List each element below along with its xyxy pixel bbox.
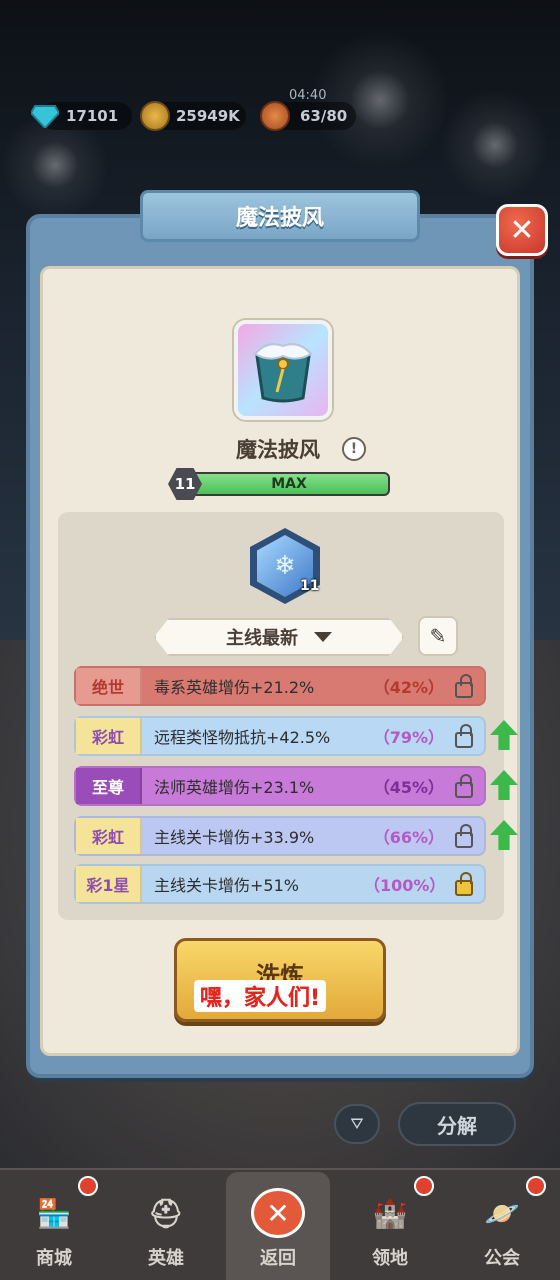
rune-level: 11 bbox=[300, 578, 320, 594]
lock-icon[interactable] bbox=[444, 872, 484, 896]
cape-icon bbox=[253, 343, 313, 403]
attribute-text: 主线关卡增伤+51% bbox=[154, 876, 299, 895]
nav-label: 英雄 bbox=[148, 1248, 184, 1269]
attribute-percent: （79%） bbox=[373, 728, 444, 747]
castle-icon: 🏰 bbox=[372, 1196, 408, 1230]
notification-badge bbox=[414, 1176, 434, 1196]
level-progress-fill: MAX bbox=[190, 474, 388, 494]
gem-amount: 17101 bbox=[66, 107, 119, 125]
attribute-row[interactable]: 彩虹 远程类怪物抵抗+42.5% （79%） bbox=[74, 716, 486, 756]
info-icon[interactable]: ! bbox=[342, 437, 366, 461]
close-icon: ✕ bbox=[509, 212, 535, 248]
attribute-percent: （42%） bbox=[373, 678, 444, 697]
gold-amount: 25949K bbox=[176, 107, 240, 125]
item-name: 魔法披风 bbox=[236, 438, 320, 462]
attribute-text: 毒系英雄增伤+21.2% bbox=[154, 678, 315, 697]
video-caption: 嘿，家人们! bbox=[194, 980, 327, 1012]
level-max-label: MAX bbox=[271, 476, 307, 492]
nav-label: 公会 bbox=[484, 1248, 520, 1269]
close-button[interactable]: ✕ bbox=[496, 204, 548, 256]
firework-effect bbox=[440, 90, 550, 200]
level-progress-bar: MAX bbox=[188, 472, 390, 496]
filter-icon: ⛛ bbox=[350, 1114, 364, 1133]
nav-item-shop[interactable]: 🏪 商城 bbox=[2, 1172, 106, 1280]
filter-button[interactable]: ⛛ bbox=[334, 1104, 380, 1144]
nav-item-castle[interactable]: 🏰 领地 bbox=[338, 1172, 442, 1280]
attribute-text: 远程类怪物抵抗+42.5% bbox=[154, 728, 331, 747]
attribute-row[interactable]: 至尊 法师英雄增伤+23.1% （45%） bbox=[74, 766, 486, 806]
attribute-row[interactable]: 彩1星 主线关卡增伤+51% （100%） bbox=[74, 864, 486, 904]
attribute-quality-tag: 绝世 bbox=[76, 668, 142, 704]
gold-counter[interactable]: 25949K bbox=[140, 101, 246, 131]
nav-label: 商城 bbox=[36, 1248, 72, 1269]
nav-item-hero-helmet[interactable]: ⛑ 英雄 bbox=[114, 1172, 218, 1280]
dialog-title: 魔法披风 bbox=[140, 190, 420, 242]
attribute-row[interactable]: 彩虹 主线关卡增伤+33.9% （66%） bbox=[74, 816, 486, 856]
lock-icon[interactable] bbox=[444, 674, 484, 698]
hero-helmet-icon: ⛑ bbox=[148, 1196, 184, 1230]
nav-item-return[interactable]: ✕ 返回 bbox=[226, 1172, 330, 1280]
preset-label: 主线最新 bbox=[226, 628, 298, 649]
gem-counter[interactable]: 17101 bbox=[31, 102, 132, 130]
lock-icon[interactable] bbox=[444, 824, 484, 848]
drumstick-icon bbox=[260, 101, 290, 131]
decompose-label: 分解 bbox=[437, 1113, 477, 1138]
chevron-down-icon bbox=[314, 632, 332, 642]
attribute-quality-tag: 彩虹 bbox=[76, 818, 142, 854]
attribute-text: 主线关卡增伤+33.9% bbox=[154, 828, 315, 847]
diamond-icon bbox=[30, 101, 60, 131]
notification-badge bbox=[526, 1176, 546, 1196]
attribute-percent: （45%） bbox=[373, 778, 444, 797]
item-level: 11 bbox=[174, 475, 196, 493]
energy-amount: 63/80 bbox=[300, 107, 348, 125]
attribute-percent: （100%） bbox=[364, 876, 446, 895]
pencil-icon: ✎ bbox=[429, 624, 447, 648]
lock-icon[interactable] bbox=[444, 724, 484, 748]
shop-icon: 🏪 bbox=[36, 1196, 72, 1230]
gold-coin-icon bbox=[140, 101, 170, 131]
energy-timer: 04:40 bbox=[289, 88, 327, 103]
attribute-text: 法师英雄增伤+23.1% bbox=[154, 778, 315, 797]
firework-effect bbox=[310, 30, 450, 170]
nav-label: 返回 bbox=[260, 1248, 296, 1269]
lock-icon[interactable] bbox=[444, 774, 484, 798]
energy-counter[interactable]: 63/80 bbox=[260, 101, 356, 131]
nav-item-planet[interactable]: 🪐 公会 bbox=[450, 1172, 554, 1280]
attribute-quality-tag: 至尊 bbox=[76, 768, 142, 804]
attribute-quality-tag: 彩1星 bbox=[76, 866, 142, 902]
attribute-percent: （66%） bbox=[373, 828, 444, 847]
return-icon: ✕ bbox=[251, 1188, 305, 1238]
decompose-button[interactable]: 分解 bbox=[398, 1102, 516, 1146]
notification-badge bbox=[78, 1176, 98, 1196]
preset-dropdown[interactable]: 主线最新 bbox=[154, 618, 404, 656]
edit-preset-button[interactable]: ✎ bbox=[418, 616, 458, 656]
nav-label: 领地 bbox=[372, 1248, 408, 1269]
item-icon-frame[interactable] bbox=[234, 320, 332, 420]
attribute-quality-tag: 彩虹 bbox=[76, 718, 142, 754]
planet-icon: 🪐 bbox=[484, 1196, 520, 1230]
attribute-row[interactable]: 绝世 毒系英雄增伤+21.2% （42%） bbox=[74, 666, 486, 706]
